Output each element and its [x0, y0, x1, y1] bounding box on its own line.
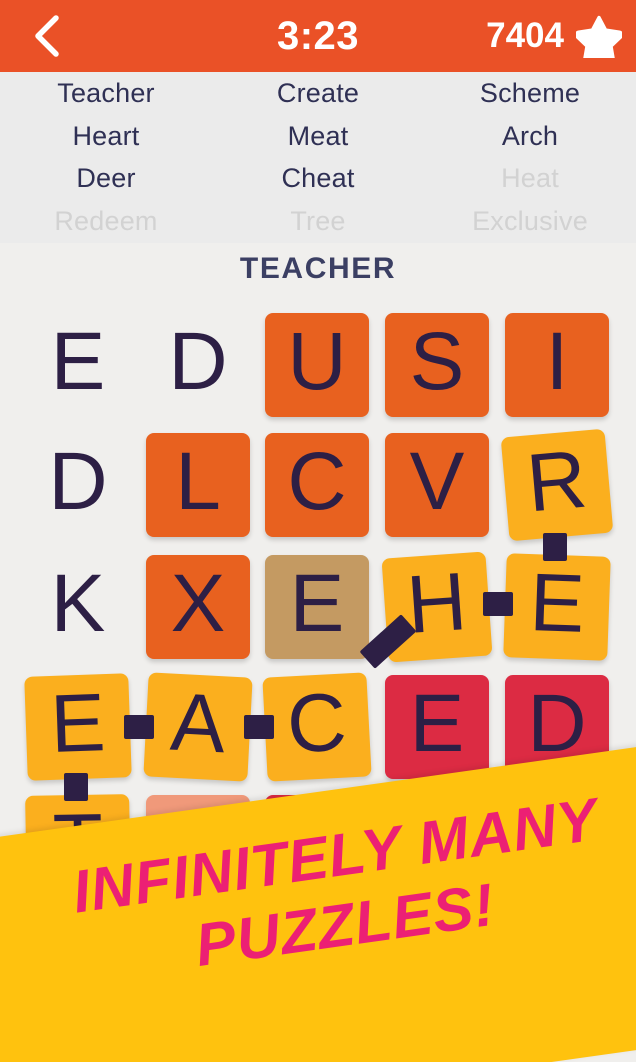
letter-tile[interactable]: S	[385, 313, 489, 417]
tile-letter: E	[48, 677, 107, 770]
game-screen: 3:23 7404 Teacher Create Scheme Heart Meat Ar…	[0, 0, 636, 1062]
tile-letter: K	[50, 558, 106, 649]
tile-letter: D	[48, 436, 108, 527]
word-item[interactable]: Redeem	[54, 208, 157, 235]
letter-tile[interactable]: E	[24, 673, 132, 781]
letter-tile[interactable]: C	[265, 433, 369, 537]
word-item[interactable]: Cheat	[281, 165, 354, 192]
tile-letter: C	[284, 676, 349, 771]
letter-tile[interactable]: D	[26, 433, 130, 537]
word-item[interactable]: Heart	[72, 122, 139, 150]
tile-letter: X	[170, 558, 226, 649]
letter-tile[interactable]: E	[503, 553, 611, 661]
tile-letter: E	[528, 557, 587, 650]
letter-tile[interactable]: K	[26, 555, 130, 659]
letter-tile[interactable]: C	[262, 672, 372, 782]
tile-letter: L	[175, 436, 221, 527]
tile-letter: U	[287, 316, 347, 407]
tile-letter: E	[50, 316, 106, 407]
word-item[interactable]: Heat	[501, 165, 559, 192]
word-item[interactable]: Deer	[76, 165, 135, 192]
puzzle-title: TEACHER	[239, 252, 397, 285]
score-display[interactable]: 7404	[486, 0, 622, 72]
tile-letter: V	[409, 436, 465, 527]
letter-tile[interactable]: D	[146, 313, 250, 417]
tile-letter: R	[523, 433, 591, 530]
promo-banner-line2: PUZZLES!	[191, 870, 499, 980]
word-item[interactable]: Meat	[288, 122, 349, 150]
link-vertical	[543, 533, 567, 561]
letter-tile[interactable]: A	[143, 672, 253, 782]
word-list: Teacher Create Scheme Heart Meat Arch Deer Chea…	[0, 72, 636, 243]
tile-letter: A	[168, 676, 228, 771]
tile-letter: E	[409, 678, 465, 769]
word-item[interactable]: Teacher	[57, 79, 154, 107]
letter-tile[interactable]: E	[265, 555, 369, 659]
letter-tile[interactable]: U	[265, 313, 369, 417]
letter-tile[interactable]: E	[26, 313, 130, 417]
letter-tile[interactable]: X	[146, 555, 250, 659]
tile-letter: H	[404, 556, 470, 651]
letter-tile[interactable]: I	[505, 313, 609, 417]
star-icon	[576, 14, 622, 58]
link-vertical	[64, 773, 88, 801]
link-horizontal	[124, 715, 154, 739]
link-horizontal	[244, 715, 274, 739]
letter-tile[interactable]: V	[385, 433, 489, 537]
word-item[interactable]: Exclusive	[472, 208, 588, 235]
word-item[interactable]: Arch	[502, 122, 558, 150]
tile-letter: C	[287, 436, 347, 527]
tile-letter: I	[545, 316, 569, 407]
letter-tile[interactable]: R	[500, 428, 614, 542]
top-bar: 3:23 7404	[0, 0, 636, 72]
word-item[interactable]: Tree	[290, 208, 345, 235]
letter-tile[interactable]: E	[385, 675, 489, 779]
tile-letter: D	[168, 316, 228, 407]
word-item[interactable]: Scheme	[480, 79, 580, 107]
tile-letter: D	[527, 678, 587, 769]
tile-letter: E	[289, 558, 345, 649]
link-horizontal	[483, 592, 513, 616]
score-value: 7404	[486, 16, 564, 55]
letter-tile[interactable]: L	[146, 433, 250, 537]
tile-letter: S	[409, 316, 465, 407]
word-item[interactable]: Create	[277, 79, 359, 107]
